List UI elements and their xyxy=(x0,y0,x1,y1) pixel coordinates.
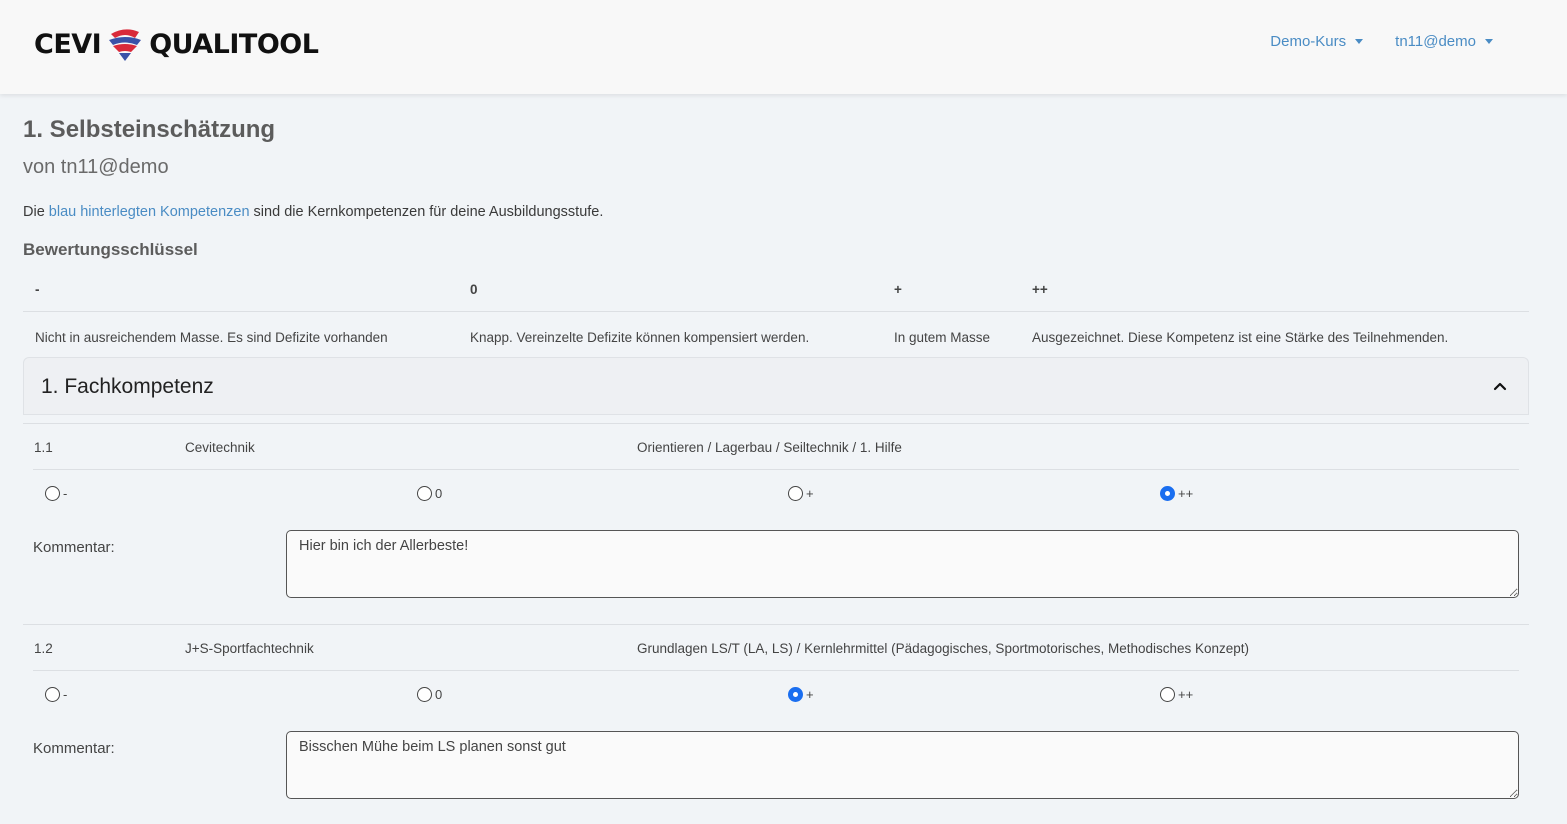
rating-option-plusplus[interactable]: ++ xyxy=(1160,486,1193,501)
course-dropdown-label: Demo-Kurs xyxy=(1270,33,1347,50)
rating-option-plusplus[interactable]: ++ xyxy=(1160,687,1193,702)
caret-down-icon xyxy=(1485,39,1493,44)
rating-options: - 0 + ++ xyxy=(33,470,1519,520)
radio-button[interactable] xyxy=(417,687,432,702)
comment-textarea[interactable]: Hier bin ich der Allerbeste! xyxy=(286,530,1519,598)
rating-key-header: - xyxy=(35,282,40,297)
radio-button[interactable] xyxy=(417,486,432,501)
rating-option-label: ++ xyxy=(1178,486,1194,501)
radio-button[interactable] xyxy=(45,486,60,501)
competence-number: 1.1 xyxy=(34,440,53,455)
competence-header: 1.2 J+S-Sportfachtechnik Grundlagen LS/T… xyxy=(33,625,1519,671)
competence-header: 1.1 Cevitechnik Orientieren / Lagerbau /… xyxy=(33,424,1519,470)
brand-text-right: QUALITOOL xyxy=(149,28,319,60)
comment-label: Kommentar: xyxy=(33,539,115,556)
intro-prefix: Die xyxy=(23,204,49,220)
rating-option-label: + xyxy=(806,687,814,702)
rating-option-zero[interactable]: 0 xyxy=(417,486,442,501)
core-competence-highlight: blau hinterlegten Kompetenzen xyxy=(48,204,250,220)
chevron-up-icon xyxy=(1493,382,1507,391)
rating-option-label: - xyxy=(63,687,68,702)
rating-option-minus[interactable]: - xyxy=(45,486,67,501)
rating-key-description: Nicht in ausreichendem Masse. Es sind De… xyxy=(35,330,388,345)
competence-description: Grundlagen LS/T (LA, LS) / Kernlehrmitte… xyxy=(637,641,1250,656)
navbar: CEVI QUALITOOL Demo-Kurs tn11@demo xyxy=(0,0,1567,94)
brand-text-left: CEVI xyxy=(34,28,102,60)
rating-option-zero[interactable]: 0 xyxy=(417,687,442,702)
rating-key-header: ++ xyxy=(1032,282,1048,297)
nav-links: Demo-Kurs tn11@demo xyxy=(1270,33,1493,50)
course-dropdown[interactable]: Demo-Kurs xyxy=(1270,33,1364,50)
page-subtitle: von tn11@demo xyxy=(23,156,169,178)
rating-key-header-row: - 0 + ++ xyxy=(23,270,1529,312)
rating-key-description: Knapp. Vereinzelte Defizite können kompe… xyxy=(470,330,810,345)
rating-options: - 0 + ++ xyxy=(33,671,1519,721)
rating-option-plus[interactable]: + xyxy=(788,687,814,702)
brand-logo[interactable]: CEVI QUALITOOL xyxy=(34,26,319,62)
rating-option-label: + xyxy=(806,486,814,501)
rating-option-label: - xyxy=(63,486,68,501)
user-dropdown[interactable]: tn11@demo xyxy=(1395,33,1493,50)
radio-button[interactable] xyxy=(1160,687,1175,702)
rating-option-label: ++ xyxy=(1178,687,1194,702)
comment-label: Kommentar: xyxy=(33,740,115,757)
rating-key-description-row: Nicht in ausreichendem Masse. Es sind De… xyxy=(23,312,1529,354)
rating-key-table: - 0 + ++ Nicht in ausreichendem Masse. E… xyxy=(23,270,1529,354)
comment-textarea[interactable]: Bisschen Mühe beim LS planen sonst gut xyxy=(286,731,1519,799)
competence-description: Orientieren / Lagerbau / Seiltechnik / 1… xyxy=(637,440,902,455)
radio-button[interactable] xyxy=(45,687,60,702)
user-dropdown-label: tn11@demo xyxy=(1395,33,1476,50)
rating-option-label: 0 xyxy=(435,687,443,702)
intro-text: Die blau hinterlegten Kompetenzen sind d… xyxy=(23,204,603,220)
caret-down-icon xyxy=(1355,39,1364,44)
competence-item: 1.2 J+S-Sportfachtechnik Grundlagen LS/T… xyxy=(23,624,1529,824)
rating-key-description: In gutem Masse xyxy=(894,330,991,345)
accordion-fachkompetenz[interactable]: 1. Fachkompetenz xyxy=(23,357,1529,415)
page-title: 1. Selbsteinschätzung xyxy=(23,116,276,143)
competence-item: 1.1 Cevitechnik Orientieren / Lagerbau /… xyxy=(23,423,1529,623)
rating-option-label: 0 xyxy=(435,486,443,501)
competence-name: Cevitechnik xyxy=(185,440,255,455)
cevi-logo-icon xyxy=(109,29,142,61)
intro-suffix: sind die Kernkompetenzen für deine Ausbi… xyxy=(249,204,604,220)
radio-button-checked[interactable] xyxy=(1160,486,1175,501)
radio-button[interactable] xyxy=(788,486,803,501)
rating-key-title: Bewertungsschlüssel xyxy=(23,240,198,259)
rating-key-header: + xyxy=(894,282,902,297)
competence-number: 1.2 xyxy=(34,641,53,656)
competence-name: J+S-Sportfachtechnik xyxy=(185,641,314,656)
rating-option-minus[interactable]: - xyxy=(45,687,67,702)
radio-button-checked[interactable] xyxy=(788,687,803,702)
accordion-title: 1. Fachkompetenz xyxy=(41,375,214,398)
rating-option-plus[interactable]: + xyxy=(788,486,814,501)
rating-key-description: Ausgezeichnet. Diese Kompetenz ist eine … xyxy=(1032,330,1449,345)
rating-key-header: 0 xyxy=(470,282,478,297)
